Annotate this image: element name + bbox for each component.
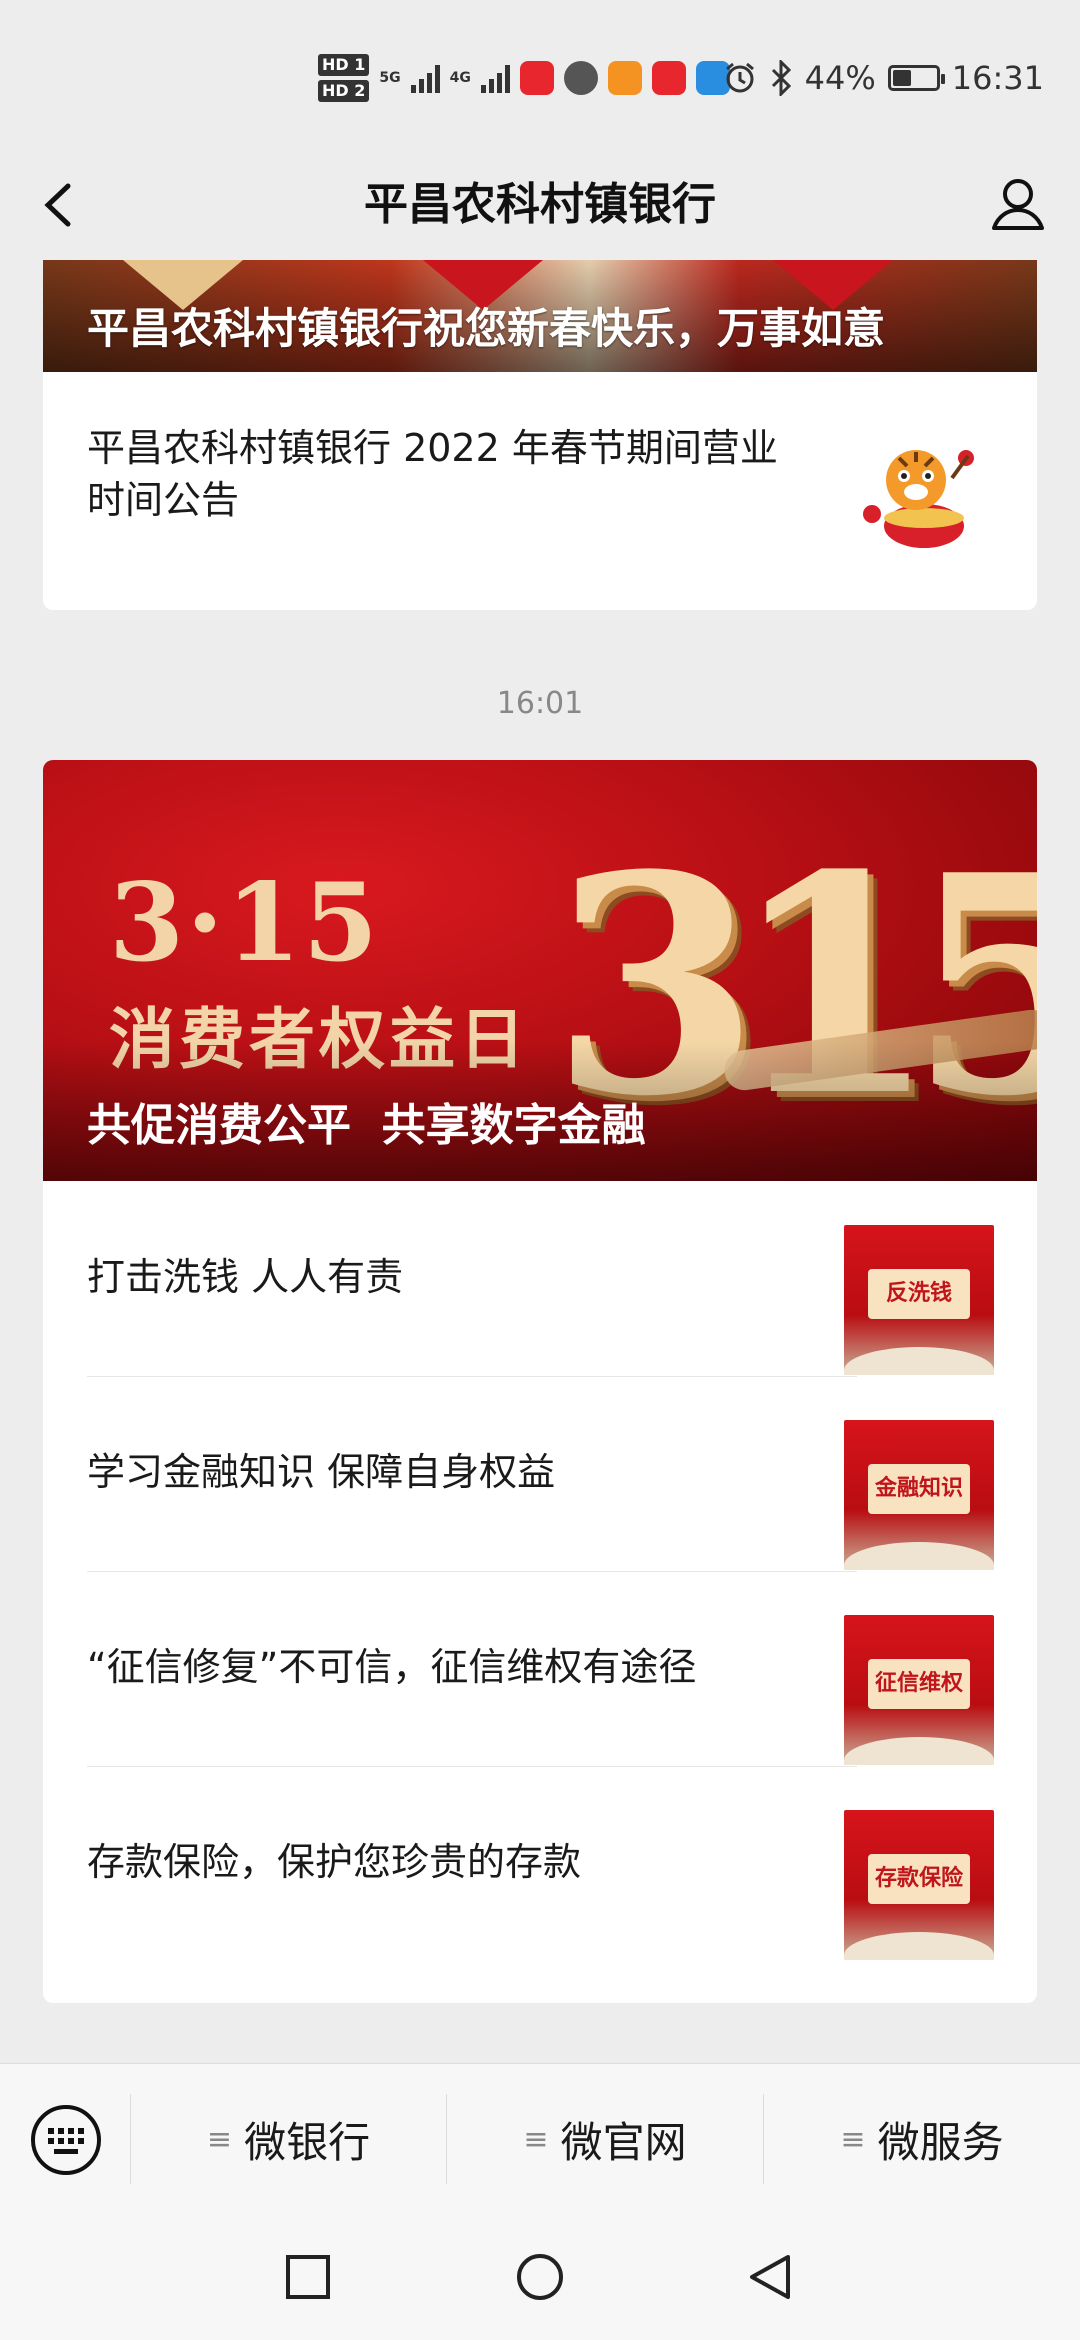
triangle-back-icon (750, 2255, 790, 2299)
list-item[interactable]: 存款保险，保护您珍贵的存款 存款保险 (43, 1766, 1037, 1961)
list-item[interactable]: 学习金融知识 保障自身权益 金融知识 (43, 1376, 1037, 1571)
menu-item-services[interactable]: ≡ 微服务 (764, 2064, 1080, 2214)
article-item[interactable]: 平昌农科村镇银行 2022 年春节期间营业 时间公告 (43, 372, 1037, 610)
user-icon (992, 179, 1044, 230)
bluetooth-icon (771, 60, 791, 96)
article-title: 平昌农科村镇银行 2022 年春节期间营业 时间公告 (87, 426, 778, 522)
profile-button[interactable] (982, 168, 1054, 240)
status-right: 44% 16:31 (723, 50, 1044, 106)
article-title: 学习金融知识 保障自身权益 (87, 1450, 556, 1494)
menu-lines-icon: ≡ (206, 2121, 233, 2157)
page-title: 平昌农科村镇银行 (364, 179, 716, 230)
keyboard-toggle-button[interactable] (30, 2104, 102, 2176)
thumbnail-deposit-insurance: 存款保险 (844, 1810, 994, 1960)
banner-caption: 共促消费公平 共享数字金融 (87, 1100, 646, 1151)
battery-percent: 44% (804, 59, 876, 97)
notification-app-icon (651, 61, 686, 95)
recent-apps-button[interactable] (282, 2251, 334, 2303)
banner-date: 3·15 (109, 860, 381, 986)
hd1-indicator: HD 1 (318, 54, 370, 76)
thumbnail-anti-money-laundering: 反洗钱 (844, 1225, 994, 1375)
article-title: 存款保险，保护您珍贵的存款 (87, 1840, 582, 1884)
menu-item-official-site[interactable]: ≡ 微官网 (447, 2064, 763, 2214)
banner-image-spring[interactable]: 平昌农科村镇银行祝您新春快乐，万事如意 (43, 260, 1037, 372)
square-icon (286, 2255, 330, 2299)
system-navigation-bar (0, 2213, 1080, 2340)
nav-bar: 平昌农科村镇银行 (0, 150, 1080, 260)
circle-icon (517, 2254, 563, 2300)
banner-image-315[interactable]: 3·15 消费者权益日 315 共促消费公平 共享数字金融 (43, 760, 1037, 1181)
bottom-menu-bar: ≡ 微银行 ≡ 微官网 ≡ 微服务 (0, 2063, 1080, 2214)
back-nav-button[interactable] (744, 2251, 796, 2303)
signal-icon (410, 63, 440, 93)
network-5g-label: 5G (379, 70, 401, 86)
signal-icon (480, 63, 510, 93)
notification-ball-icon (563, 61, 598, 95)
thumbnail-credit-rights: 征信维权 (844, 1615, 994, 1765)
keyboard-icon (31, 2105, 101, 2175)
menu-item-label: 微服务 (877, 2117, 1004, 2167)
alarm-icon (725, 62, 754, 93)
menu-item-label: 微银行 (244, 2117, 371, 2167)
hd2-indicator: HD 2 (318, 80, 370, 102)
list-item[interactable]: “征信修复”不可信，征信维权有途径 征信维权 (43, 1571, 1037, 1766)
home-button[interactable] (514, 2251, 566, 2303)
tiger-illustration-icon (863, 450, 974, 548)
tiger-thumbnail (844, 418, 994, 568)
battery-icon (887, 65, 945, 91)
article-title: 打击洗钱 人人有责 (87, 1255, 404, 1299)
menu-item-label: 微官网 (560, 2117, 687, 2167)
article-title: “征信修复”不可信，征信维权有途径 (87, 1645, 697, 1689)
article-card-spring[interactable]: 平昌农科村镇银行祝您新春快乐，万事如意 平昌农科村镇银行 2022 年春节期间营… (43, 260, 1037, 610)
list-item[interactable]: 打击洗钱 人人有责 反洗钱 (43, 1181, 1037, 1376)
message-timestamp: 16:01 (496, 686, 584, 721)
status-left-icons: HD 1 HD 2 5G 4G (318, 48, 730, 108)
menu-lines-icon: ≡ (523, 2121, 549, 2157)
article-card-315[interactable]: 3·15 消费者权益日 315 共促消费公平 共享数字金融 打击洗钱 人人有责 … (43, 760, 1037, 2003)
notification-app-icon (519, 61, 554, 95)
banner-caption: 平昌农科村镇银行祝您新春快乐，万事如意 (87, 304, 886, 353)
thumbnail-financial-knowledge: 金融知识 (844, 1420, 994, 1570)
clock: 16:31 (951, 59, 1044, 97)
network-4g-label: 4G (449, 70, 471, 86)
menu-lines-icon: ≡ (840, 2121, 866, 2157)
menu-item-weibank[interactable]: ≡ 微银行 (131, 2064, 446, 2214)
status-bar: HD 1 HD 2 5G 4G 44% 16:31 (0, 0, 1080, 150)
notification-play-icon (607, 61, 642, 95)
